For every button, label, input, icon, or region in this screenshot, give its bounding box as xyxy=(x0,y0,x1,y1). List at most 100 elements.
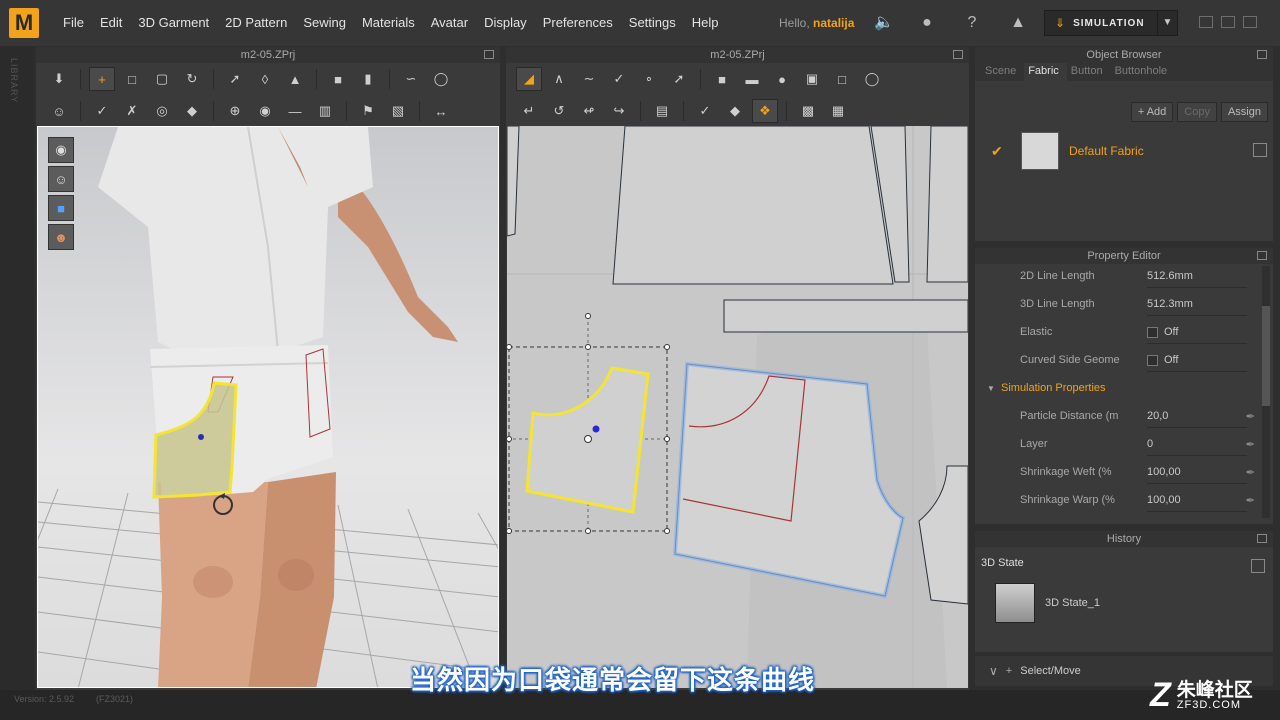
shirt-icon[interactable]: ■ xyxy=(325,67,351,91)
add-point-icon[interactable]: ⊕ xyxy=(222,99,248,123)
property-scrollbar[interactable] xyxy=(1262,266,1270,518)
history-maximize-icon[interactable] xyxy=(1257,534,1267,543)
internal-circle-icon[interactable]: ◯ xyxy=(859,67,885,91)
copy-button[interactable]: Copy xyxy=(1177,102,1217,122)
slash-tool-icon[interactable]: ➚ xyxy=(666,67,692,91)
edit-pattern-icon[interactable]: ∧ xyxy=(546,67,572,91)
button-tool-icon[interactable]: ◎ xyxy=(149,99,175,123)
internal-rectangle-icon[interactable]: □ xyxy=(829,67,855,91)
edit-curvature-icon[interactable]: ∘ xyxy=(636,67,662,91)
transform-tool-icon[interactable]: ▢ xyxy=(149,67,175,91)
add-point-icon[interactable]: ✓ xyxy=(606,67,632,91)
show-garment-icon[interactable]: ◉ xyxy=(48,137,74,163)
slider-edit-icon[interactable]: ✒ xyxy=(1246,438,1255,451)
show-avatar-icon[interactable]: ☺ xyxy=(48,166,74,192)
simulation-properties-group[interactable]: ▼ Simulation Properties xyxy=(975,374,1273,402)
trace-icon[interactable]: ↵ xyxy=(516,99,542,123)
rectangle-icon[interactable]: ▬ xyxy=(739,67,765,91)
slider-edit-icon[interactable]: ✒ xyxy=(1246,494,1255,507)
pattern-sleeve-2[interactable] xyxy=(926,126,968,283)
curved-side-checkbox[interactable] xyxy=(1147,354,1158,366)
fabric-edit-icon[interactable] xyxy=(1253,143,1267,157)
dart-icon[interactable]: ↪ xyxy=(606,99,632,123)
tab-fabric[interactable]: Fabric xyxy=(1024,63,1067,81)
slider-edit-icon[interactable]: ✒ xyxy=(1246,410,1255,423)
close-button[interactable] xyxy=(1243,16,1257,28)
line-icon[interactable]: — xyxy=(282,99,308,123)
library-strip[interactable]: LIBRARY xyxy=(0,46,34,700)
menu-settings[interactable]: Settings xyxy=(621,0,684,46)
arrange-icon[interactable]: ▧ xyxy=(385,99,411,123)
rotate-tool-icon[interactable]: ↻ xyxy=(179,67,205,91)
avatar-skin-icon[interactable]: ☻ xyxy=(48,224,74,250)
chevron-down-icon[interactable]: ∨ xyxy=(989,664,998,678)
select-move-tool-icon[interactable]: + xyxy=(89,67,115,91)
down-arrow-icon[interactable]: ⬇ xyxy=(46,67,72,91)
fold-icon[interactable]: ↫ xyxy=(576,99,602,123)
pants-icon[interactable]: ▮ xyxy=(355,67,381,91)
elastic-checkbox[interactable] xyxy=(1147,326,1158,338)
add-button[interactable]: + Add xyxy=(1130,102,1174,122)
tab-scene[interactable]: Scene xyxy=(981,63,1024,81)
prop-value[interactable]: 512.3mm xyxy=(1147,298,1193,310)
menu-materials[interactable]: Materials xyxy=(354,0,423,46)
point-icon[interactable]: ◉ xyxy=(252,99,278,123)
prop-value[interactable]: 0 xyxy=(1147,438,1153,450)
edit-curve-point-icon[interactable]: ∼ xyxy=(576,67,602,91)
fabric-list-item[interactable]: ✔ Default Fabric xyxy=(991,131,1277,171)
texture-mode-icon[interactable]: ■ xyxy=(48,195,74,221)
prop-value[interactable]: Off xyxy=(1147,326,1178,338)
tab-buttonhole[interactable]: Buttonhole xyxy=(1111,63,1176,81)
prop-value[interactable]: 100,00 xyxy=(1147,466,1181,478)
pattern-shirt-piece[interactable] xyxy=(612,126,894,285)
menu-preferences[interactable]: Preferences xyxy=(535,0,621,46)
menu-sewing[interactable]: Sewing xyxy=(295,0,354,46)
menu-display[interactable]: Display xyxy=(476,0,535,46)
garment-tool-icon[interactable]: ▲ xyxy=(282,67,308,91)
pin-tool-icon[interactable]: ➚ xyxy=(222,67,248,91)
maximize-button[interactable] xyxy=(1221,16,1235,28)
tape-tool-icon[interactable]: ∽ xyxy=(398,67,424,91)
avatar-pose-icon[interactable]: ☺ xyxy=(46,99,72,123)
expand-icon[interactable]: ↔ xyxy=(428,99,454,123)
pattern-waistband[interactable] xyxy=(723,299,968,333)
fold-tool-icon[interactable]: ◊ xyxy=(252,67,278,91)
pattern-back-top[interactable] xyxy=(507,126,520,237)
layout-icon[interactable]: ▤ xyxy=(649,99,675,123)
sew-tool-icon[interactable]: ✓ xyxy=(89,99,115,123)
segment-sew-icon[interactable]: ✓ xyxy=(692,99,718,123)
buttonhole-tool-icon[interactable]: ◆ xyxy=(179,99,205,123)
view2d-maximize-icon[interactable] xyxy=(953,50,963,59)
menu-2d-pattern[interactable]: 2D Pattern xyxy=(217,0,295,46)
garment-icon[interactable]: ▲ xyxy=(1008,13,1028,33)
measure-tool-icon[interactable]: ◯ xyxy=(428,67,454,91)
lock-icon[interactable]: ▥ xyxy=(312,99,338,123)
prop-value[interactable]: Off xyxy=(1147,354,1178,366)
offset-icon[interactable]: ↺ xyxy=(546,99,572,123)
assign-button[interactable]: Assign xyxy=(1220,102,1268,122)
help-icon[interactable]: ? xyxy=(962,13,982,33)
object-browser-maximize-icon[interactable] xyxy=(1257,50,1267,59)
menu-edit[interactable]: Edit xyxy=(92,0,130,46)
pin-icon[interactable]: ❖ xyxy=(752,99,778,123)
polygon-icon[interactable]: ■ xyxy=(709,67,735,91)
prop-value[interactable]: 20,0 xyxy=(1147,410,1168,422)
minimize-button[interactable] xyxy=(1199,16,1213,28)
view3d-maximize-icon[interactable] xyxy=(484,50,494,59)
simulation-button[interactable]: ⇓ SIMULATION ▼ xyxy=(1044,10,1178,36)
slider-edit-icon[interactable]: ✒ xyxy=(1246,466,1255,479)
sew-multi-tool-icon[interactable]: ✗ xyxy=(119,99,145,123)
circle-icon[interactable]: ● xyxy=(769,67,795,91)
history-save-icon[interactable] xyxy=(1251,559,1265,573)
tab-button[interactable]: Button xyxy=(1067,63,1111,81)
internal-polygon-icon[interactable]: ▣ xyxy=(799,67,825,91)
menu-file[interactable]: File xyxy=(55,0,92,46)
notch-icon[interactable]: ▩ xyxy=(795,99,821,123)
prop-value[interactable]: 512.6mm xyxy=(1147,270,1193,282)
grade-icon[interactable]: ▦ xyxy=(825,99,851,123)
history-item[interactable]: 3D State_1 xyxy=(985,583,1273,623)
prop-value[interactable]: 100,00 xyxy=(1147,494,1181,506)
scrollbar-thumb[interactable] xyxy=(1262,306,1270,406)
menu-3d-garment[interactable]: 3D Garment xyxy=(130,0,217,46)
user-icon[interactable]: ● xyxy=(917,13,937,33)
